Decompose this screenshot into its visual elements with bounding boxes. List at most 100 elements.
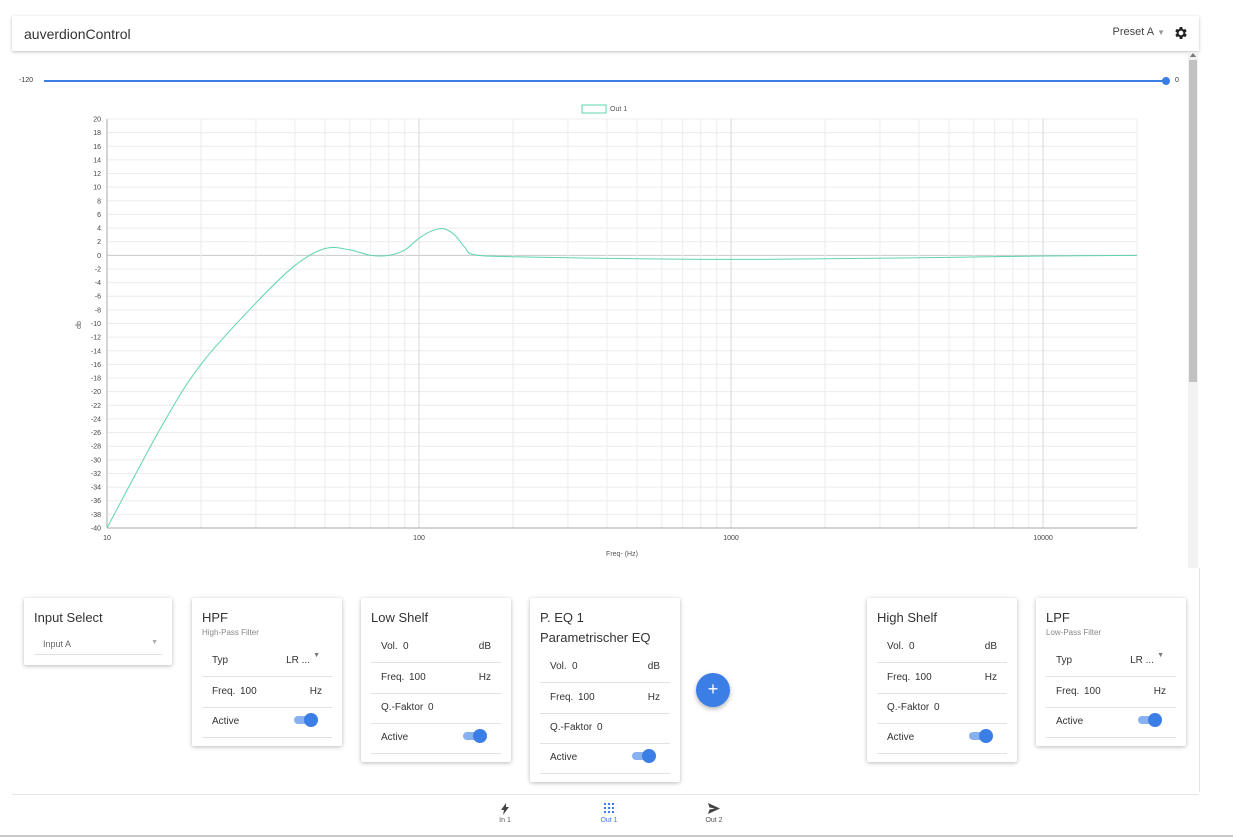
row-unit: dB (647, 661, 660, 672)
hpf-freq-input[interactable]: 100 (240, 686, 257, 697)
x-tick-labels: 10 100 1000 10000 (103, 535, 1053, 542)
card-title-2: Parametrischer EQ (540, 630, 651, 645)
nav-out-2[interactable]: Out 2 (684, 803, 744, 824)
y-axis-label: db (76, 321, 83, 329)
y-tick-label: -40 (91, 526, 101, 533)
y-tick-label: -2 (95, 266, 101, 273)
card-peq-1: P. EQ 1 Parametrischer EQ Vol. 0 dB Freq… (530, 598, 680, 782)
peq-vol-input[interactable]: 0 (572, 661, 578, 672)
chevron-down-icon: ▼ (313, 652, 320, 659)
card-subtitle: High-Pass Filter (202, 628, 259, 637)
peq-q-input[interactable]: 0 (597, 722, 603, 733)
row-unit: Hz (1153, 686, 1166, 697)
y-tick-label: 14 (93, 157, 101, 164)
y-tick-labels: 20181614121086420-2-4-6-8-10-12-14-16-18… (91, 117, 101, 533)
y-tick-label: -10 (91, 321, 101, 328)
high-shelf-q-input[interactable]: 0 (934, 702, 940, 713)
row-unit: Hz (309, 686, 322, 697)
nav-label: Out 2 (705, 817, 723, 824)
nav-out-1[interactable]: Out 1 (579, 803, 639, 824)
low-shelf-freq-row[interactable]: Freq. 100 Hz (371, 663, 501, 694)
nav-in-1[interactable]: In 1 (475, 803, 535, 824)
send-icon (684, 803, 744, 817)
y-tick-label: -20 (91, 389, 101, 396)
lpf-type-row[interactable]: Typ LR ... ▼ (1046, 646, 1176, 677)
toggle-knob (979, 729, 993, 743)
row-label: Active (381, 732, 409, 743)
peq-vol-row[interactable]: Vol. 0 dB (540, 652, 670, 683)
lpf-active-toggle[interactable] (1138, 713, 1162, 727)
low-shelf-q-input[interactable]: 0 (428, 702, 434, 713)
card-title: HPF (202, 610, 228, 625)
y-tick-label: -32 (91, 471, 101, 478)
low-shelf-active-row: Active (371, 723, 501, 754)
row-label: Freq. (212, 686, 236, 697)
low-shelf-active-toggle[interactable] (463, 729, 487, 743)
high-shelf-vol-input[interactable]: 0 (909, 641, 915, 652)
legend-swatch (581, 104, 607, 114)
y-tick-label: -16 (91, 362, 101, 369)
peq-active-toggle[interactable] (632, 749, 656, 763)
lpf-active-row: Active (1046, 707, 1176, 738)
row-unit: Hz (647, 692, 660, 703)
row-label: Freq. (550, 692, 574, 703)
bottom-navigation: In 1 Out 1 Out 2 (12, 794, 1199, 835)
high-shelf-q-row[interactable]: Q.-Faktor 0 (877, 693, 1007, 724)
x-tick-label: 10 (103, 535, 111, 542)
low-shelf-vol-input[interactable]: 0 (403, 641, 409, 652)
row-label: Active (1056, 716, 1084, 727)
divider (1199, 568, 1200, 792)
row-label: Q.-Faktor (381, 702, 424, 713)
y-tick-label: -18 (91, 376, 101, 383)
row-label: Q.-Faktor (887, 702, 930, 713)
hpf-active-toggle[interactable] (294, 713, 318, 727)
peq-active-row: Active (540, 743, 670, 774)
row-label: Vol. (381, 641, 398, 652)
y-tick-label: -6 (95, 294, 101, 301)
lpf-type-value: LR ... (1130, 655, 1154, 666)
peq-q-row[interactable]: Q.-Faktor 0 (540, 713, 670, 744)
y-tick-label: 18 (93, 130, 101, 137)
lpf-freq-row[interactable]: Freq. 100 Hz (1046, 677, 1176, 708)
low-shelf-vol-row[interactable]: Vol. 0 dB (371, 632, 501, 663)
lpf-freq-input[interactable]: 100 (1084, 686, 1101, 697)
y-tick-label: -12 (91, 335, 101, 342)
high-shelf-active-row: Active (877, 723, 1007, 754)
row-label: Typ (1056, 655, 1073, 666)
y-tick-label: 6 (97, 212, 101, 219)
y-tick-label: -24 (91, 416, 101, 423)
chevron-down-icon: ▼ (151, 639, 158, 646)
y-tick-label: 16 (93, 144, 101, 151)
y-tick-label: -26 (91, 430, 101, 437)
y-tick-label: 4 (97, 226, 101, 233)
row-label: Freq. (887, 672, 911, 683)
y-tick-label: -38 (91, 512, 101, 519)
y-tick-label: 20 (93, 117, 101, 124)
card-high-shelf: High Shelf Vol. 0 dB Freq. 100 Hz Q.-Fak… (867, 598, 1017, 762)
card-title: P. EQ 1 (540, 610, 584, 625)
peq-freq-row[interactable]: Freq. 100 Hz (540, 683, 670, 714)
high-shelf-freq-input[interactable]: 100 (915, 672, 932, 683)
x-axis-label: Freq- (Hz) (606, 551, 638, 558)
low-shelf-q-row[interactable]: Q.-Faktor 0 (371, 693, 501, 724)
hpf-freq-row[interactable]: Freq. 100 Hz (202, 677, 332, 708)
x-tick-label: 1000 (723, 535, 739, 542)
card-low-shelf: Low Shelf Vol. 0 dB Freq. 100 Hz Q.-Fakt… (361, 598, 511, 762)
peq-freq-input[interactable]: 100 (578, 692, 595, 703)
high-shelf-vol-row[interactable]: Vol. 0 dB (877, 632, 1007, 663)
high-shelf-freq-row[interactable]: Freq. 100 Hz (877, 663, 1007, 694)
row-unit: dB (478, 641, 491, 652)
y-tick-label: 12 (93, 171, 101, 178)
grid-icon (579, 803, 639, 817)
toggle-knob (1148, 713, 1162, 727)
y-tick-label: -30 (91, 457, 101, 464)
add-filter-button[interactable]: + (696, 673, 730, 707)
hpf-type-row[interactable]: Typ LR ... ▼ (202, 646, 332, 677)
nav-label: Out 1 (600, 817, 618, 824)
row-unit: Hz (984, 672, 997, 683)
high-shelf-active-toggle[interactable] (969, 729, 993, 743)
low-shelf-freq-input[interactable]: 100 (409, 672, 426, 683)
input-select-dropdown[interactable]: Input A ▼ (34, 638, 162, 655)
input-select-value: Input A (43, 639, 72, 649)
x-tick-label: 10000 (1033, 535, 1053, 542)
